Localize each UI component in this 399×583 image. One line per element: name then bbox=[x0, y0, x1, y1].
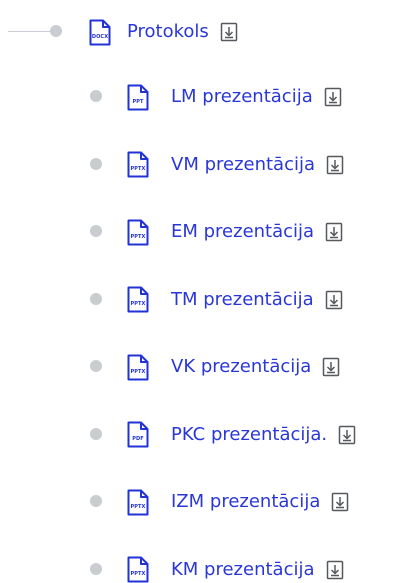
pptx-file-icon: PPTX bbox=[127, 151, 149, 178]
download-icon[interactable] bbox=[331, 492, 349, 512]
pdf-file-icon: PDF bbox=[127, 421, 149, 448]
download-icon[interactable] bbox=[325, 290, 343, 310]
file-type-label: PPTX bbox=[130, 503, 146, 510]
tree-item: PPTX TM prezentācija bbox=[127, 285, 343, 315]
tree-connector-line bbox=[8, 31, 54, 32]
tree-bullet bbox=[90, 292, 102, 305]
file-type-label: PPTX bbox=[130, 233, 146, 240]
pptx-file-icon: PPTX bbox=[127, 219, 149, 246]
file-type-label: DOCX bbox=[91, 33, 109, 40]
tree-bullet-root bbox=[50, 25, 62, 37]
file-link[interactable]: PKC prezentācija. bbox=[171, 424, 327, 446]
download-icon[interactable] bbox=[338, 425, 356, 445]
tree-bullet bbox=[90, 427, 102, 440]
tree-bullet bbox=[90, 562, 102, 575]
download-icon[interactable] bbox=[326, 155, 344, 175]
tree-bullet bbox=[90, 90, 102, 102]
file-link[interactable]: IZM prezentācija bbox=[171, 491, 320, 513]
file-link[interactable]: TM prezentācija bbox=[171, 289, 314, 311]
file-link[interactable]: VM prezentācija bbox=[171, 154, 315, 176]
pptx-file-icon: PPTX bbox=[127, 286, 149, 313]
pptx-file-icon: PPTX bbox=[127, 489, 149, 516]
pptx-file-icon: PPTX bbox=[127, 354, 149, 381]
docx-file-icon: DOCX bbox=[89, 19, 111, 46]
tree-item: PPTX VK prezentācija bbox=[127, 352, 340, 382]
file-link[interactable]: EM prezentācija bbox=[171, 221, 314, 243]
download-icon[interactable] bbox=[326, 560, 344, 580]
ppt-file-icon: PPT bbox=[127, 84, 149, 111]
tree-item: PPT LM prezentācija bbox=[127, 82, 342, 112]
file-type-label: PPTX bbox=[130, 571, 146, 577]
download-icon[interactable] bbox=[324, 87, 342, 107]
tree-item: PPTX EM prezentācija bbox=[127, 217, 343, 247]
file-type-label: PPT bbox=[132, 98, 144, 105]
tree-item: PPTX KM prezentācija bbox=[127, 555, 344, 583]
pptx-file-icon: PPTX bbox=[127, 556, 149, 583]
download-icon[interactable] bbox=[322, 357, 340, 377]
tree-bullet bbox=[90, 225, 102, 237]
file-type-label: PPTX bbox=[130, 166, 146, 172]
file-type-label: PPTX bbox=[130, 368, 146, 375]
file-link-protokols[interactable]: Protokols bbox=[127, 21, 209, 43]
tree-item-root: DOCX Protokols bbox=[89, 17, 238, 47]
file-type-label: PDF bbox=[132, 436, 144, 442]
file-link[interactable]: VK prezentācija bbox=[171, 356, 311, 378]
file-link[interactable]: LM prezentācija bbox=[171, 86, 313, 108]
file-tree: DOCX Protokols PPT LM prezentācija PPTX … bbox=[0, 0, 399, 583]
tree-bullet bbox=[90, 495, 102, 507]
file-link[interactable]: KM prezentācija bbox=[171, 559, 315, 581]
file-type-label: PPTX bbox=[130, 301, 146, 307]
tree-item: PDF PKC prezentācija. bbox=[127, 420, 356, 450]
tree-item: PPTX VM prezentācija bbox=[127, 150, 344, 180]
tree-item: PPTX IZM prezentācija bbox=[127, 487, 349, 517]
download-icon[interactable] bbox=[325, 222, 343, 242]
download-icon[interactable] bbox=[220, 22, 238, 42]
tree-bullet bbox=[90, 157, 102, 170]
tree-bullet bbox=[90, 360, 102, 372]
